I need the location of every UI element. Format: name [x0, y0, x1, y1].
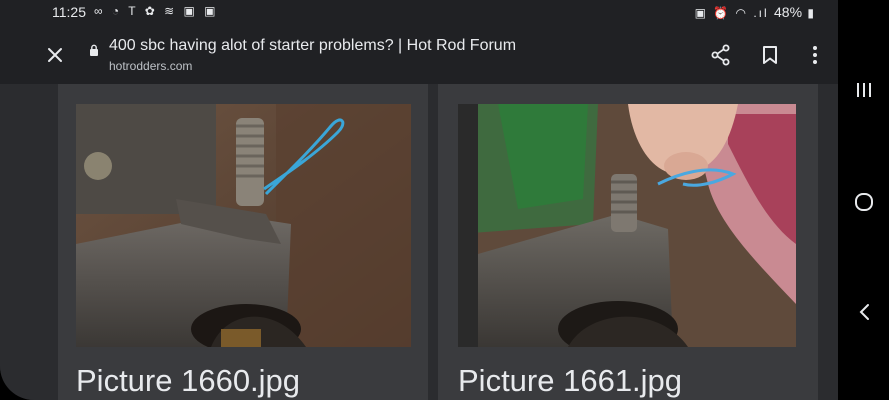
- bookmark-icon: [763, 46, 777, 64]
- status-bar: 11:25 ∞ ◔ T ✿ ≋ ▣ ▣ ▣ ⏰ ◠ .ıl 48% ▮: [0, 0, 838, 28]
- notification-icons: ∞ ◔ T ✿ ≋ ▣ ▣: [94, 4, 219, 18]
- recent-apps-icon: [857, 83, 871, 97]
- battery-level: 48%: [774, 4, 803, 20]
- attachment-caption[interactable]: Picture 1660.jpg: [76, 363, 300, 399]
- recent-apps-button[interactable]: [850, 76, 878, 104]
- page-content: Picture 1660.jpg Picture 1661.jpg: [0, 84, 838, 400]
- back-icon: [859, 304, 869, 320]
- attachment-card[interactable]: Picture 1660.jpg: [58, 84, 428, 400]
- attachment-caption[interactable]: Picture 1661.jpg: [458, 363, 682, 399]
- back-button[interactable]: [850, 298, 878, 326]
- system-icons: ▣ ⏰ ◠ .ıl 48% ▮: [695, 4, 816, 20]
- page-title[interactable]: 400 sbc having alot of starter problems?…: [109, 37, 516, 55]
- share-button[interactable]: [706, 40, 736, 70]
- engine-bolt-photo: [76, 104, 411, 347]
- attachment-photo[interactable]: [458, 104, 796, 347]
- engine-bolt-hand-photo: [458, 104, 796, 347]
- attachment-card[interactable]: Picture 1661.jpg: [438, 84, 818, 400]
- battery-icon: ▮: [807, 6, 816, 20]
- system-status-icons: ▣ ⏰ ◠ .ıl: [694, 6, 769, 20]
- home-icon: [855, 193, 873, 211]
- attachment-photo[interactable]: [76, 104, 411, 347]
- page-domain[interactable]: hotrodders.com: [109, 59, 192, 73]
- more-vertical-icon: [813, 46, 817, 64]
- home-button[interactable]: [850, 188, 878, 216]
- status-time: 11:25: [52, 4, 86, 20]
- close-button[interactable]: [40, 40, 70, 70]
- system-navigation-bar: [838, 0, 889, 400]
- more-options-button[interactable]: [800, 40, 830, 70]
- share-icon: [711, 44, 730, 66]
- close-icon: [48, 48, 62, 62]
- lock-icon: [90, 44, 98, 56]
- bookmark-button[interactable]: [755, 40, 785, 70]
- phone-screen: 11:25 ∞ ◔ T ✿ ≋ ▣ ▣ ▣ ⏰ ◠ .ıl 48% ▮ 400 …: [0, 0, 838, 400]
- custom-tab-toolbar: 400 sbc having alot of starter problems?…: [0, 28, 838, 84]
